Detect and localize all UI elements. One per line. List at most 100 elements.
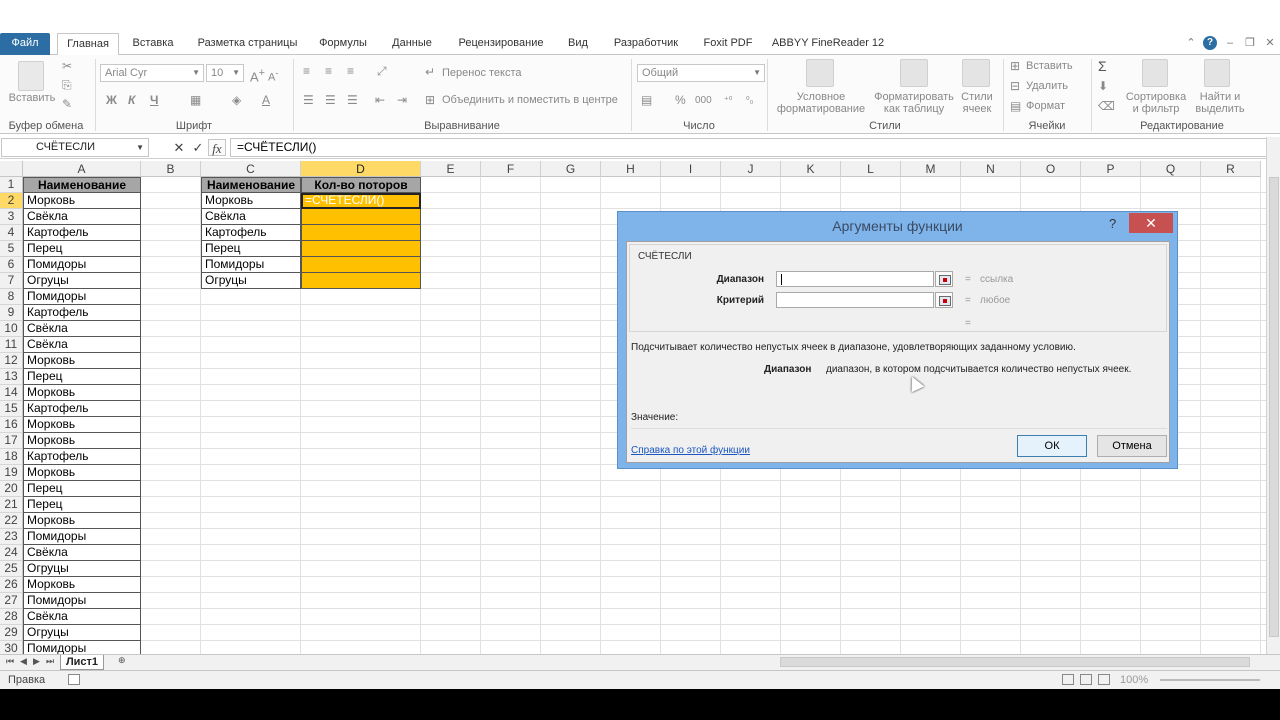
row-header-17[interactable]: 17 <box>0 433 23 449</box>
table-cell[interactable]: Помидоры <box>23 257 141 273</box>
range-collapse-icon[interactable] <box>935 271 953 287</box>
ribbon-minimize-icon[interactable]: ⌃ <box>1184 36 1198 50</box>
row-header-26[interactable]: 26 <box>0 577 23 593</box>
row-header-13[interactable]: 13 <box>0 369 23 385</box>
column-header-k[interactable]: K <box>781 161 841 177</box>
column-header-b[interactable]: B <box>141 161 201 177</box>
orientation-icon[interactable]: ⤢ <box>377 64 387 78</box>
table-cell[interactable] <box>301 241 421 257</box>
align-left-icon[interactable]: ☰ <box>303 93 314 107</box>
page-break-view-icon[interactable] <box>1098 674 1110 685</box>
underline-button[interactable]: Ч <box>150 93 158 107</box>
column-header-o[interactable]: O <box>1021 161 1081 177</box>
conditional-formatting-button[interactable]: Условное форматирование <box>770 91 872 115</box>
font-size-combo[interactable]: 10 ▼ <box>206 64 244 82</box>
cut-icon[interactable]: ✂ <box>62 59 72 73</box>
column-header-c[interactable]: C <box>201 161 301 177</box>
grow-font-icon[interactable]: A+ <box>250 66 265 84</box>
column-header-e[interactable]: E <box>421 161 481 177</box>
zoom-level[interactable]: 100% <box>1120 671 1148 689</box>
vertical-scrollbar[interactable] <box>1266 137 1280 654</box>
prev-sheet-icon[interactable]: ◀ <box>20 656 27 667</box>
thousands-button[interactable]: 000 <box>695 94 712 108</box>
criteria-arg-input[interactable] <box>776 292 934 308</box>
tab-foxit[interactable]: Foxit PDF <box>697 33 759 55</box>
table-cell[interactable]: Помидоры <box>23 529 141 545</box>
decrease-decimal-icon[interactable]: ⁰₀ <box>746 93 753 107</box>
table-cell[interactable]: Огруцы <box>23 273 141 289</box>
criteria-collapse-icon[interactable] <box>935 292 953 308</box>
row-header-23[interactable]: 23 <box>0 529 23 545</box>
row-header-16[interactable]: 16 <box>0 417 23 433</box>
font-color-icon[interactable]: A <box>262 93 270 107</box>
autosum-icon[interactable]: Σ <box>1098 59 1107 73</box>
table-cell[interactable]: Картофель <box>23 305 141 321</box>
table-cell[interactable]: Морковь <box>201 193 301 209</box>
row-header-25[interactable]: 25 <box>0 561 23 577</box>
table-cell[interactable]: Морковь <box>23 513 141 529</box>
table-cell[interactable] <box>301 225 421 241</box>
table-cell[interactable]: Картофель <box>23 401 141 417</box>
merge-center-button[interactable]: Объединить и поместить в центре <box>442 94 618 106</box>
row-header-4[interactable]: 4 <box>0 225 23 241</box>
align-bottom-icon[interactable]: ≡ <box>347 64 354 78</box>
tab-data[interactable]: Данные <box>383 33 441 55</box>
format-painter-icon[interactable]: ✎ <box>62 97 72 111</box>
row-header-8[interactable]: 8 <box>0 289 23 305</box>
row-header-24[interactable]: 24 <box>0 545 23 561</box>
row-header-2[interactable]: 2 <box>0 193 23 209</box>
table-cell[interactable] <box>301 273 421 289</box>
row-header-7[interactable]: 7 <box>0 273 23 289</box>
row-header-10[interactable]: 10 <box>0 321 23 337</box>
tab-formulas[interactable]: Формулы <box>312 33 374 55</box>
row-header-20[interactable]: 20 <box>0 481 23 497</box>
table-cell[interactable]: Помидоры <box>201 257 301 273</box>
row-header-9[interactable]: 9 <box>0 305 23 321</box>
column-header-j[interactable]: J <box>721 161 781 177</box>
table-cell[interactable]: Свёкла <box>23 321 141 337</box>
dialog-close-button[interactable]: ✕ <box>1129 213 1173 233</box>
table-cell[interactable]: Морковь <box>23 433 141 449</box>
row-header-27[interactable]: 27 <box>0 593 23 609</box>
paste-button[interactable]: Вставить <box>4 92 60 104</box>
table-cell[interactable]: Свёкла <box>23 209 141 225</box>
clear-icon[interactable]: ⌫ <box>1098 99 1115 113</box>
table-cell[interactable]: Огруцы <box>23 625 141 641</box>
cell-styles-button[interactable]: Стили ячеек <box>956 91 998 115</box>
row-header-3[interactable]: 3 <box>0 209 23 225</box>
new-sheet-icon[interactable]: ⊕ <box>118 655 126 666</box>
percent-button[interactable]: % <box>675 93 686 107</box>
normal-view-icon[interactable] <box>1062 674 1074 685</box>
table-cell[interactable]: Помидоры <box>23 641 141 654</box>
row-header-21[interactable]: 21 <box>0 497 23 513</box>
table-cell[interactable]: Морковь <box>23 353 141 369</box>
column-header-a[interactable]: A <box>23 161 141 177</box>
vertical-scroll-thumb[interactable] <box>1269 177 1279 637</box>
italic-button[interactable]: К <box>128 93 135 107</box>
next-sheet-icon[interactable]: ▶ <box>33 656 40 667</box>
fill-color-icon[interactable]: ◈ <box>232 93 241 107</box>
table-cell[interactable]: Огруцы <box>23 561 141 577</box>
align-center-icon[interactable]: ☰ <box>325 93 336 107</box>
format-cells-button[interactable]: Формат <box>1026 100 1065 112</box>
table-cell[interactable]: Перец <box>23 481 141 497</box>
table-cell[interactable]: Морковь <box>23 465 141 481</box>
cancel-button[interactable]: Отмена <box>1097 435 1167 457</box>
tab-file[interactable]: Файл <box>0 33 50 55</box>
tab-insert[interactable]: Вставка <box>126 33 180 55</box>
row-header-14[interactable]: 14 <box>0 385 23 401</box>
table-cell[interactable]: Перец <box>23 369 141 385</box>
row-header-15[interactable]: 15 <box>0 401 23 417</box>
column-header-h[interactable]: H <box>601 161 661 177</box>
row-header-18[interactable]: 18 <box>0 449 23 465</box>
decrease-indent-icon[interactable]: ⇤ <box>375 93 385 107</box>
row-header-30[interactable]: 30 <box>0 641 23 654</box>
macro-record-icon[interactable] <box>68 674 80 685</box>
zoom-slider[interactable] <box>1160 679 1260 681</box>
wrap-text-button[interactable]: Перенос текста <box>442 67 522 79</box>
tab-home[interactable]: Главная <box>57 33 119 56</box>
tab-page-layout[interactable]: Разметка страницы <box>190 33 305 55</box>
column-d-header-cell[interactable]: Кол-во поторов <box>301 177 421 193</box>
enter-formula-button[interactable]: ✓ <box>189 139 207 156</box>
copy-icon[interactable]: ⎘ <box>62 78 72 92</box>
